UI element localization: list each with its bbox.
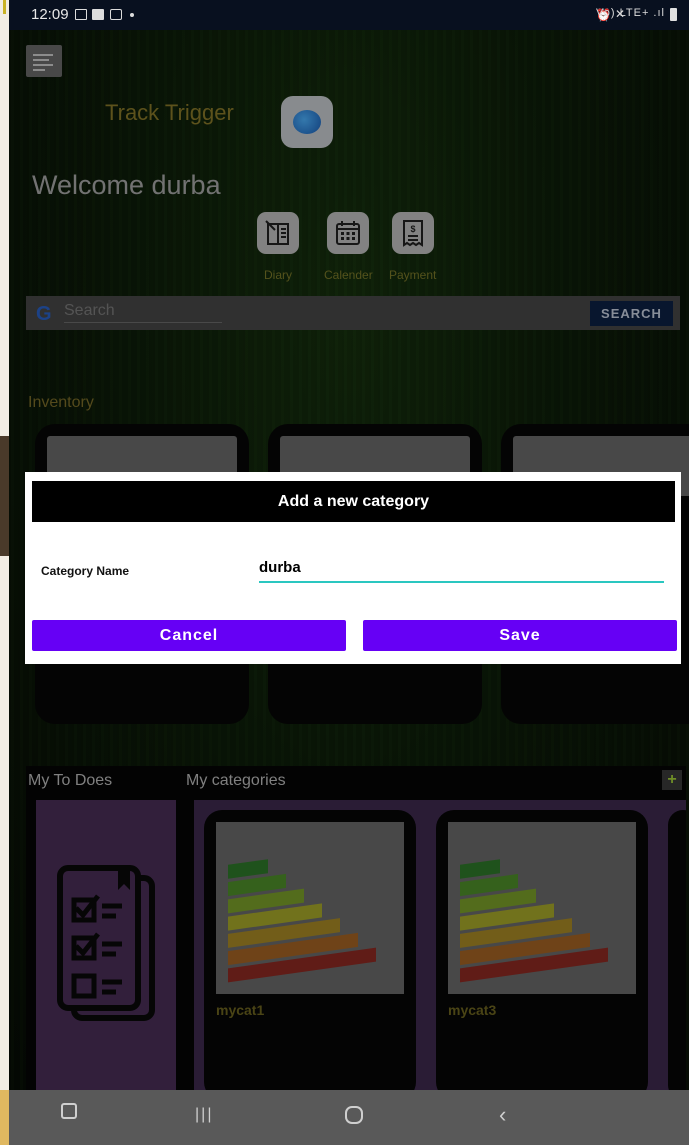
- status-time: 12:09: [31, 6, 69, 23]
- cancel-button[interactable]: Cancel: [32, 620, 346, 651]
- page: 12:09 ⏰ ✕ Vo) LTE+ .ıl Track Trigger Wel…: [0, 0, 689, 1145]
- edge-mark: [3, 0, 6, 14]
- save-button[interactable]: Save: [363, 620, 677, 651]
- keyboard-icon[interactable]: [61, 1103, 77, 1119]
- recent-apps-icon[interactable]: |||: [195, 1106, 213, 1124]
- navigation-bar: ||| ‹: [9, 1090, 689, 1145]
- signal-text: Vo) LTE+ .ıl: [596, 7, 665, 19]
- edge-mark: [0, 436, 9, 556]
- video-notification-icon: [110, 9, 122, 20]
- app-screen: 12:09 ⏰ ✕ Vo) LTE+ .ıl Track Trigger Wel…: [9, 0, 689, 1090]
- back-icon[interactable]: ‹: [499, 1102, 506, 1128]
- gallery-notification-icon: [75, 9, 87, 20]
- edge-strip: [0, 0, 9, 1145]
- dialog-title: Add a new category: [32, 481, 675, 522]
- category-name-input[interactable]: [259, 554, 664, 583]
- category-name-label: Category Name: [41, 564, 130, 578]
- add-category-dialog: Add a new category Category Name Cancel …: [25, 472, 681, 664]
- screen-notification-icon: [92, 9, 104, 20]
- edge-mark: [0, 1090, 9, 1145]
- status-bar: 12:09 ⏰ ✕ Vo) LTE+ .ıl: [9, 0, 689, 30]
- home-icon[interactable]: [345, 1106, 363, 1124]
- more-notifications-icon: [130, 13, 134, 17]
- battery-icon: [670, 8, 677, 21]
